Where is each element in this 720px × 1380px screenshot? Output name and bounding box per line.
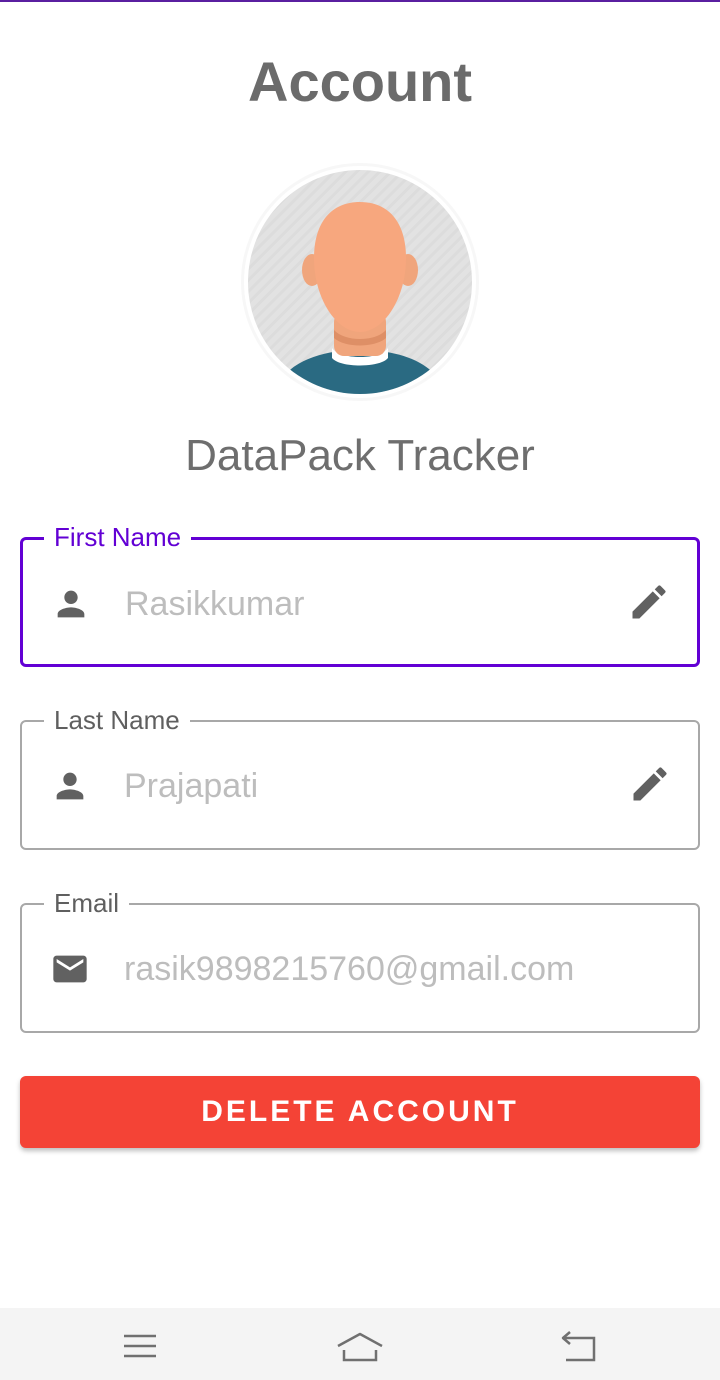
delete-account-button[interactable]: DELETE ACCOUNT bbox=[20, 1076, 700, 1148]
top-accent-rule bbox=[0, 0, 720, 2]
edit-pencil-icon[interactable] bbox=[628, 762, 672, 806]
back-icon[interactable] bbox=[550, 1326, 610, 1366]
person-icon bbox=[57, 590, 85, 618]
system-nav-bar bbox=[0, 1308, 720, 1380]
email-label: Email bbox=[44, 887, 130, 919]
menu-icon[interactable] bbox=[110, 1326, 170, 1366]
mail-icon bbox=[53, 955, 87, 983]
email-field[interactable]: Email rasik9898215760@gmail.com bbox=[20, 887, 700, 1033]
person-icon bbox=[56, 772, 84, 800]
email-input[interactable]: rasik9898215760@gmail.com bbox=[124, 949, 574, 989]
first-name-label: First Name bbox=[44, 521, 192, 553]
last-name-input[interactable]: Prajapati bbox=[124, 766, 258, 806]
avatar[interactable] bbox=[240, 162, 480, 402]
home-icon[interactable] bbox=[330, 1326, 390, 1366]
last-name-label: Last Name bbox=[44, 704, 190, 736]
last-name-field[interactable]: Last Name Prajapati bbox=[20, 704, 700, 850]
edit-pencil-icon[interactable] bbox=[627, 580, 671, 624]
page-title: Account bbox=[248, 50, 472, 113]
app-name: DataPack Tracker bbox=[185, 431, 535, 480]
first-name-field[interactable]: First Name Rasikkumar bbox=[20, 521, 700, 667]
first-name-input[interactable]: Rasikkumar bbox=[125, 584, 304, 624]
